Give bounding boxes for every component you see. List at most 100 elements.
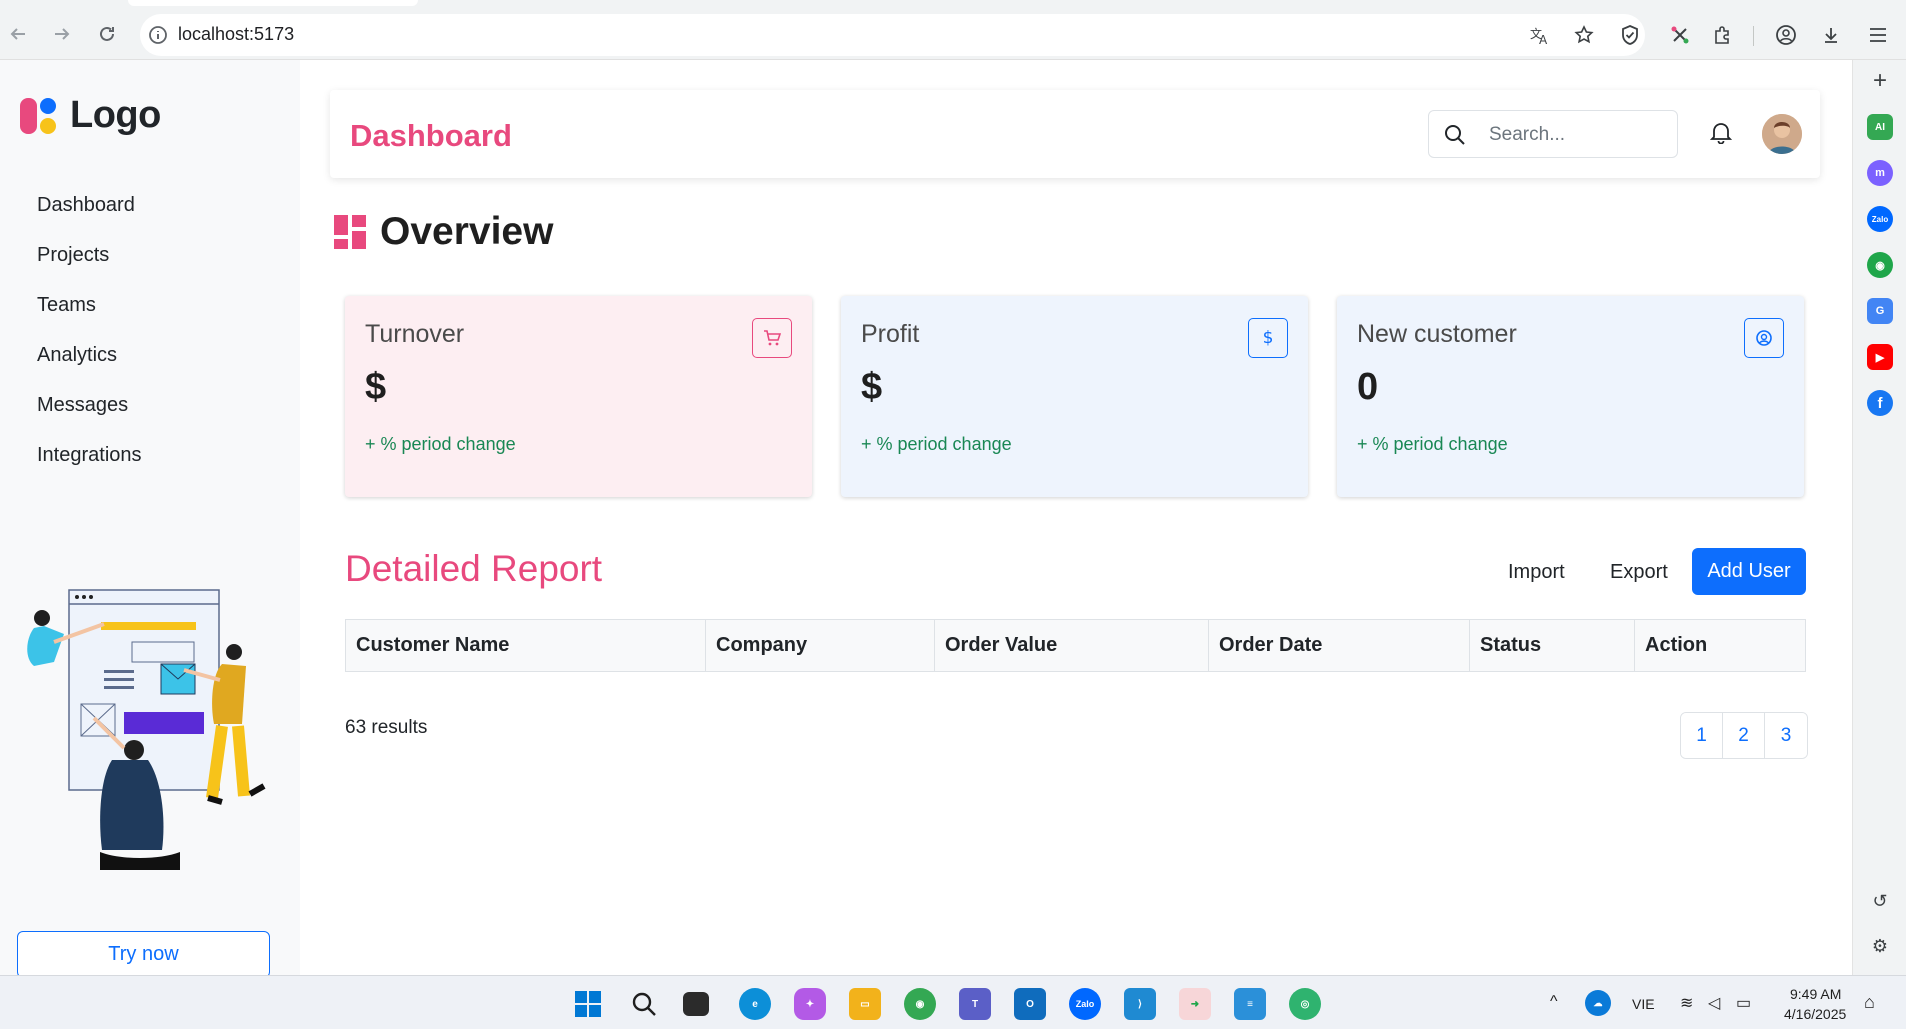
try-now-button[interactable]: Try now xyxy=(17,931,270,978)
import-button[interactable]: Import xyxy=(1508,549,1565,595)
card-change: + % period change xyxy=(365,434,516,454)
sidebar-item-teams[interactable]: Teams xyxy=(37,280,142,330)
card-value: $ xyxy=(365,366,387,408)
shield-extension-icon[interactable] xyxy=(1617,22,1643,48)
column-header[interactable]: Status xyxy=(1469,619,1635,672)
page-button[interactable]: 2 xyxy=(1723,713,1765,758)
file-explorer-icon[interactable]: ▭ xyxy=(849,988,881,1020)
page-button[interactable]: 1 xyxy=(1681,713,1723,758)
sidebar-item-projects[interactable]: Projects xyxy=(37,230,142,280)
table-header-row: Customer Name Company Order Value Order … xyxy=(345,619,1806,672)
translate-icon[interactable]: 文A xyxy=(1527,22,1553,48)
outlook-icon[interactable]: O xyxy=(1014,988,1046,1020)
zalo-icon[interactable]: Zalo xyxy=(1867,206,1893,232)
column-header[interactable]: Company xyxy=(705,619,935,672)
report-table: Customer Name Company Order Value Order … xyxy=(345,619,1806,672)
svg-text:A: A xyxy=(1539,33,1548,46)
notification-center-icon[interactable]: ⌂ xyxy=(1864,992,1875,1013)
column-header[interactable]: Order Value xyxy=(934,619,1209,672)
menu-icon[interactable] xyxy=(1865,22,1891,48)
sidebar-item-messages[interactable]: Messages xyxy=(37,380,142,430)
task-view-icon[interactable] xyxy=(683,992,709,1016)
report-title: Detailed Report xyxy=(345,548,603,589)
youtube-icon[interactable]: ▶ xyxy=(1867,344,1893,370)
ai-assistant-icon[interactable]: AI xyxy=(1867,114,1893,140)
user-circle-icon[interactable] xyxy=(1744,318,1784,358)
settings-icon[interactable]: ⚙ xyxy=(1867,933,1893,959)
wifi-icon[interactable]: ≋ xyxy=(1680,993,1693,1013)
tray-chevron-icon[interactable]: ^ xyxy=(1550,993,1558,1011)
sidebar-item-integrations[interactable]: Integrations xyxy=(37,430,142,480)
add-icon[interactable]: + xyxy=(1867,67,1893,94)
messenger-icon[interactable]: m xyxy=(1867,160,1893,186)
overview-heading: Overview xyxy=(334,210,553,254)
results-count: 63 results xyxy=(345,717,428,738)
clock-date[interactable]: 4/16/2025 xyxy=(1784,1006,1846,1022)
sidebar-item-analytics[interactable]: Analytics xyxy=(37,330,142,380)
page-title: Dashboard xyxy=(350,118,512,153)
team-illustration xyxy=(27,589,266,870)
onedrive-icon[interactable]: ☁ xyxy=(1585,990,1611,1016)
notification-bell-icon[interactable] xyxy=(1710,120,1732,144)
browser-toolbar: localhost:5173 文A xyxy=(0,0,1906,60)
browser-side-panel: + AI m Zalo ◉ G ▶ f ↺ ⚙ xyxy=(1852,60,1906,975)
game-icon[interactable]: ◉ xyxy=(1867,252,1893,278)
export-button[interactable]: Export xyxy=(1610,549,1668,595)
sidebar-nav: Dashboard Projects Teams Analytics Messa… xyxy=(37,180,142,480)
extension-tool-icon[interactable] xyxy=(1667,22,1693,48)
logo-text: Logo xyxy=(70,94,161,136)
logo-mark-icon xyxy=(20,97,56,134)
browser-tab[interactable] xyxy=(128,0,418,6)
copilot-icon[interactable]: ✦ xyxy=(794,988,826,1020)
dashboard-header: Dashboard xyxy=(330,90,1820,178)
extensions-puzzle-icon[interactable] xyxy=(1710,22,1736,48)
clock-time[interactable]: 9:49 AM xyxy=(1790,986,1841,1002)
edge-icon[interactable]: e xyxy=(739,988,771,1020)
zalo-taskbar-icon[interactable]: Zalo xyxy=(1069,988,1101,1020)
chrome-profile-icon[interactable]: ◎ xyxy=(1289,988,1321,1020)
download-icon[interactable] xyxy=(1818,22,1844,48)
facebook-icon[interactable]: f xyxy=(1867,390,1893,416)
page-button[interactable]: 3 xyxy=(1765,713,1807,758)
overview-title: Overview xyxy=(380,210,554,253)
sidebar-item-dashboard[interactable]: Dashboard xyxy=(37,180,142,230)
app-launcher-icon[interactable]: ➜ xyxy=(1179,988,1211,1020)
vscode-icon[interactable]: ⟩ xyxy=(1124,988,1156,1020)
forward-icon[interactable] xyxy=(48,20,76,48)
column-header[interactable]: Action xyxy=(1634,619,1806,672)
card-title: Turnover xyxy=(365,320,465,348)
card-value: $ xyxy=(861,366,883,408)
turnover-card: Turnover $ + % period change xyxy=(345,296,812,497)
search-input[interactable] xyxy=(1489,121,1669,149)
logo[interactable]: Logo xyxy=(20,94,161,137)
language-indicator[interactable]: VIE xyxy=(1632,996,1655,1012)
teams-icon[interactable]: T xyxy=(959,988,991,1020)
profile-icon[interactable] xyxy=(1773,22,1799,48)
volume-icon[interactable]: ◁ xyxy=(1708,993,1720,1013)
card-title: New customer xyxy=(1357,320,1517,348)
add-user-button[interactable]: Add User xyxy=(1692,548,1806,595)
back-icon[interactable] xyxy=(4,20,32,48)
column-header[interactable]: Order Date xyxy=(1208,619,1470,672)
avatar[interactable] xyxy=(1762,114,1802,154)
reload-icon[interactable] xyxy=(93,20,121,48)
column-header[interactable]: Customer Name xyxy=(345,619,706,672)
bookmark-star-icon[interactable] xyxy=(1571,22,1597,48)
card-change: + % period change xyxy=(861,434,1012,454)
toolbar-divider xyxy=(1753,26,1754,46)
search-box[interactable] xyxy=(1428,110,1678,158)
battery-icon[interactable]: ▭ xyxy=(1736,993,1751,1013)
cart-icon[interactable] xyxy=(752,318,792,358)
pagination: 1 2 3 xyxy=(1680,712,1808,759)
notepad-icon[interactable]: ≡ xyxy=(1234,988,1266,1020)
site-info-icon[interactable] xyxy=(148,25,168,45)
history-icon[interactable]: ↺ xyxy=(1867,888,1893,914)
windows-start-icon[interactable] xyxy=(572,988,604,1020)
dollar-icon[interactable]: $ xyxy=(1248,318,1288,358)
google-translate-icon[interactable]: G xyxy=(1867,298,1893,324)
search-taskbar-icon[interactable] xyxy=(628,988,660,1020)
address-bar[interactable] xyxy=(140,14,1645,56)
profit-card: Profit $ + % period change $ xyxy=(841,296,1308,497)
taskbar: e ✦ ▭ ◉ T O Zalo ⟩ ➜ ≡ ◎ ^ ☁ VIE ≋ ◁ ▭ 9… xyxy=(0,975,1906,1029)
chrome-icon[interactable]: ◉ xyxy=(904,988,936,1020)
